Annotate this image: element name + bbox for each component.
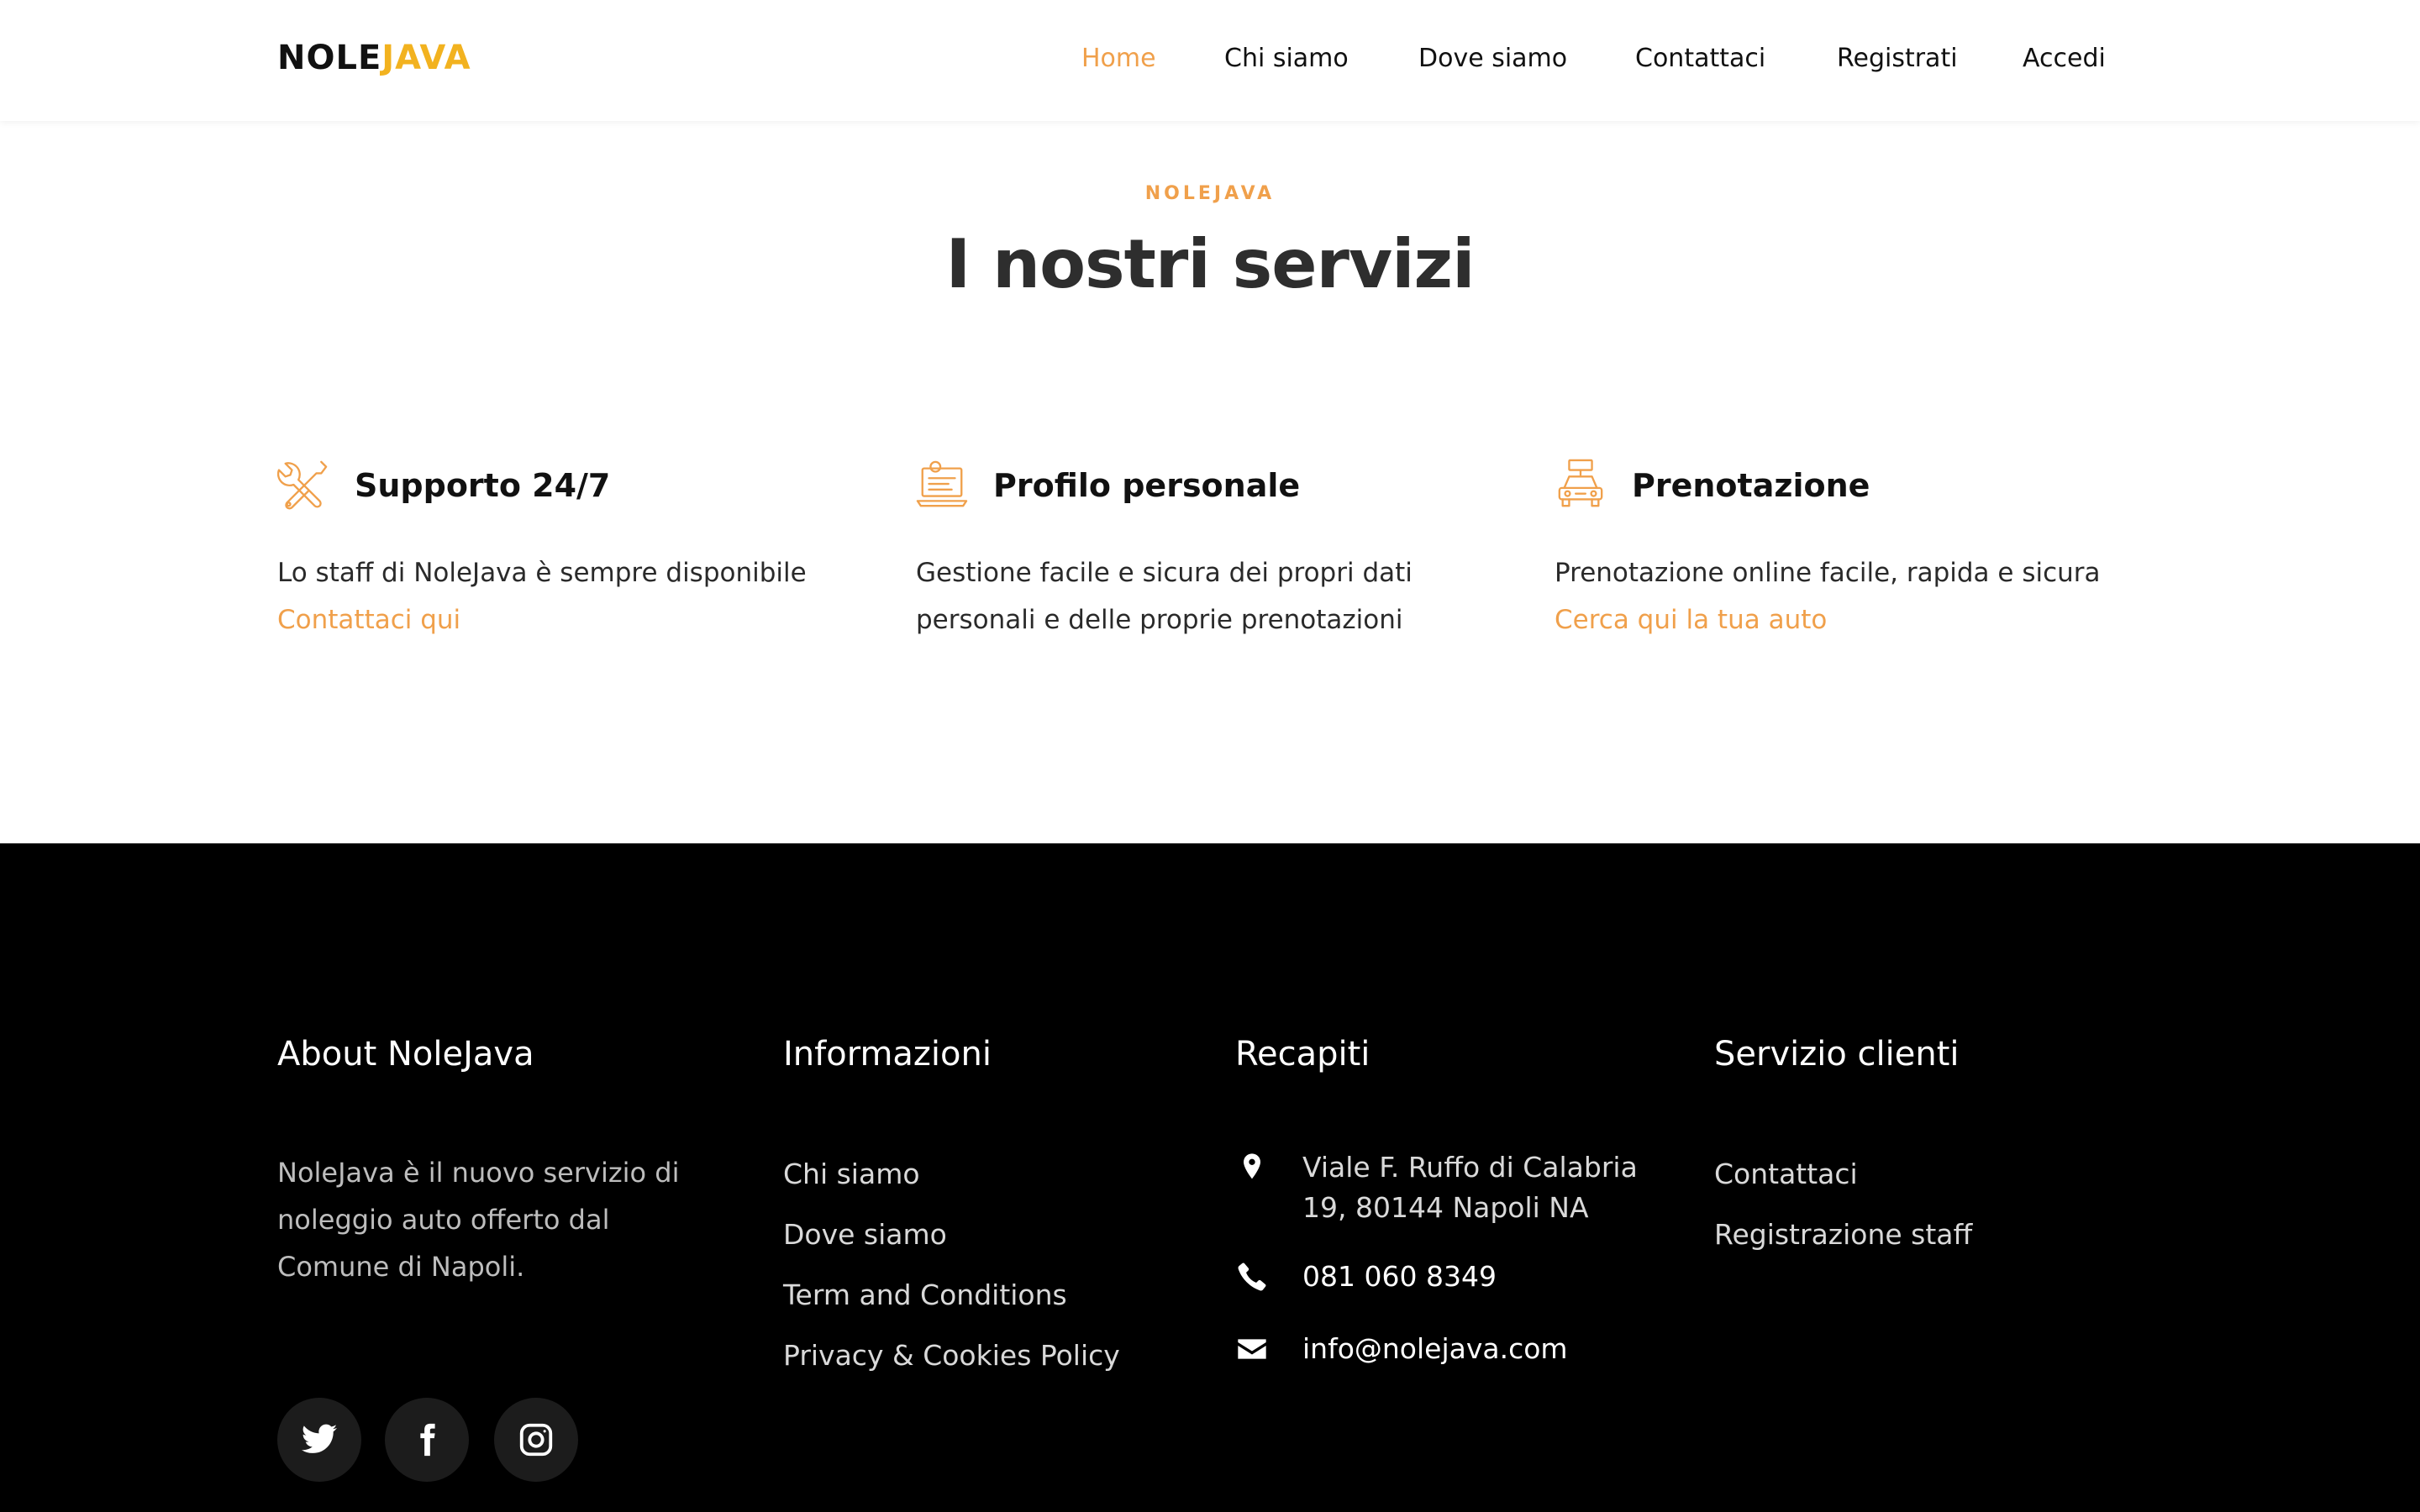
contattaci-qui-link[interactable]: Contattaci qui: [277, 596, 882, 643]
footer-customer-service-links: Contattaci Registrazione staff: [1714, 1151, 1972, 1272]
footer-info: Informazioni: [783, 1035, 992, 1074]
contact-email-text[interactable]: info@nolejava.com: [1302, 1329, 1568, 1369]
service-text: Prenotazione online facile, rapida e sic…: [1555, 549, 2160, 643]
footer-about: About NoleJava: [277, 1035, 534, 1074]
address-line: 19, 80144 Napoli NA: [1302, 1191, 1589, 1224]
site-footer: About NoleJava NoleJava è il nuovo servi…: [0, 843, 2420, 1512]
about-text-line: Comune di Napoli.: [277, 1251, 525, 1283]
section-kicker: NOLEJAVA: [1144, 183, 1276, 204]
instagram-button[interactable]: [494, 1398, 578, 1482]
about-text-line: NoleJava è il nuovo servizio di: [277, 1157, 680, 1189]
tools-icon: [277, 459, 329, 511]
footer-about-heading: About NoleJava: [277, 1035, 534, 1074]
footer-contacts: Recapiti: [1235, 1035, 1370, 1074]
service-title: Profilo personale: [993, 467, 1301, 504]
facebook-icon: [420, 1423, 435, 1457]
nav-home[interactable]: Home: [1081, 44, 1156, 73]
contact-phone-text[interactable]: 081 060 8349: [1302, 1257, 1497, 1297]
service-text-line: personali e delle proprie prenotazioni: [916, 605, 1403, 635]
phone-icon: [1238, 1263, 1266, 1291]
footer-customer-service: Servizio clienti: [1714, 1035, 1960, 1074]
footer-info-heading: Informazioni: [783, 1035, 992, 1074]
twitter-icon: [301, 1424, 338, 1453]
footer-link-contattaci[interactable]: Contattaci: [1714, 1151, 1972, 1211]
footer-customer-service-heading: Servizio clienti: [1714, 1035, 1960, 1074]
envelope-icon: [1238, 1339, 1266, 1359]
facebook-button[interactable]: [385, 1398, 469, 1482]
service-text: Lo staff di NoleJava è sempre disponibil…: [277, 549, 882, 643]
footer-link-registrazione-staff[interactable]: Registrazione staff: [1714, 1211, 1972, 1272]
nav-registrati[interactable]: Registrati: [1837, 44, 1958, 73]
footer-link-dove-siamo[interactable]: Dove siamo: [783, 1211, 1120, 1272]
footer-link-privacy[interactable]: Privacy & Cookies Policy: [783, 1332, 1120, 1393]
instagram-icon: [519, 1423, 553, 1457]
service-text-line: Gestione facile e sicura dei propri dati: [916, 558, 1413, 588]
service-text-line: Lo staff di NoleJava è sempre disponibil…: [277, 558, 807, 588]
section-title: I nostri servizi: [945, 225, 1476, 303]
twitter-button[interactable]: [277, 1398, 361, 1482]
footer-link-terms[interactable]: Term and Conditions: [783, 1272, 1120, 1332]
service-title: Prenotazione: [1632, 467, 1870, 504]
cerca-auto-link[interactable]: Cerca qui la tua auto: [1555, 596, 2160, 643]
profile-laptop-icon: [916, 459, 968, 511]
main-nav: Home Chi siamo Dove siamo Contattaci Reg…: [0, 44, 2420, 77]
service-title: Supporto 24/7: [355, 467, 611, 504]
rent-car-icon: [1555, 459, 1607, 511]
map-marker-icon: [1244, 1153, 1260, 1179]
footer-link-chi-siamo[interactable]: Chi siamo: [783, 1151, 1120, 1211]
nav-contattaci[interactable]: Contattaci: [1635, 44, 1765, 73]
service-text: Gestione facile e sicura dei propri dati…: [916, 549, 1521, 643]
nav-accedi[interactable]: Accedi: [2023, 44, 2106, 73]
about-text-line: noleggio auto offerto dal: [277, 1204, 610, 1236]
site-header: NOLEJAVA Home Chi siamo Dove siamo Conta…: [0, 0, 2420, 121]
footer-about-text: NoleJava è il nuovo servizio di noleggio…: [277, 1149, 679, 1290]
address-line: Viale F. Ruffo di Calabria: [1302, 1151, 1638, 1184]
footer-contacts-heading: Recapiti: [1235, 1035, 1370, 1074]
nav-chi-siamo[interactable]: Chi siamo: [1224, 44, 1349, 73]
contact-address-text: Viale F. Ruffo di Calabria 19, 80144 Nap…: [1302, 1147, 1638, 1228]
service-text-line: Prenotazione online facile, rapida e sic…: [1555, 558, 2101, 588]
footer-info-links: Chi siamo Dove siamo Term and Conditions…: [783, 1151, 1120, 1393]
nav-dove-siamo[interactable]: Dove siamo: [1418, 44, 1567, 73]
